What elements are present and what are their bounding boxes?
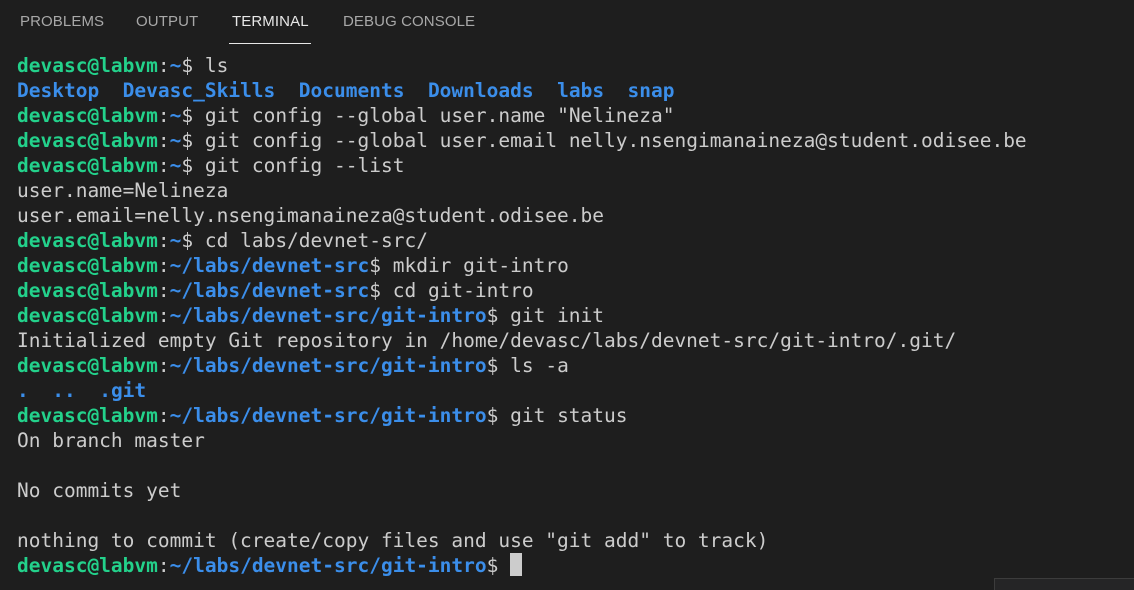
output-text: user.email=nelly.nsengimanaineza@student… — [17, 204, 604, 227]
terminal-line: devasc@labvm:~/labs/devnet-src/git-intro… — [17, 353, 1134, 378]
terminal-line: Desktop Devasc_Skills Documents Download… — [17, 78, 1134, 103]
prompt-path: ~ — [169, 104, 182, 127]
terminal-line: user.name=Nelineza — [17, 178, 1134, 203]
prompt-colon: : — [157, 104, 170, 127]
command-text: git config --list — [204, 154, 405, 177]
prompt-colon: : — [157, 154, 170, 177]
prompt-dollar: $ — [369, 279, 393, 302]
terminal-line: devasc@labvm:~/labs/devnet-src/git-intro… — [17, 403, 1134, 428]
prompt-colon: : — [157, 229, 170, 252]
command-text: cd git-intro — [392, 279, 534, 302]
directory-entry: labs — [557, 79, 605, 102]
tab-output[interactable]: OUTPUT — [136, 13, 198, 30]
terminal-line: Initialized empty Git repository in /hom… — [17, 328, 1134, 353]
prompt-path: ~ — [169, 129, 182, 152]
terminal-cursor — [510, 553, 523, 576]
prompt-user: devasc@labvm — [17, 404, 158, 427]
prompt-path: ~/labs/devnet-src/git-intro — [169, 404, 487, 427]
output-text: No commits yet — [17, 479, 182, 502]
prompt-dollar: $ — [181, 104, 205, 127]
directory-entry: .git — [99, 379, 147, 402]
output-text: user.name=Nelineza — [17, 179, 229, 202]
command-text: git init — [510, 304, 605, 327]
prompt-colon: : — [157, 54, 170, 77]
command-text: ls -a — [510, 354, 569, 377]
prompt-dollar: $ — [181, 54, 205, 77]
tab-debug-console[interactable]: DEBUG CONSOLE — [343, 13, 475, 30]
prompt-dollar: $ — [181, 229, 205, 252]
terminal-line: devasc@labvm:~$ git config --global user… — [17, 103, 1134, 128]
prompt-user: devasc@labvm — [17, 129, 158, 152]
prompt-dollar: $ — [369, 254, 393, 277]
prompt-user: devasc@labvm — [17, 279, 158, 302]
prompt-user: devasc@labvm — [17, 254, 158, 277]
terminal-line: user.email=nelly.nsengimanaineza@student… — [17, 203, 1134, 228]
prompt-colon: : — [157, 279, 170, 302]
terminal-line: devasc@labvm:~/labs/devnet-src$ cd git-i… — [17, 278, 1134, 303]
prompt-path: ~/labs/devnet-src/git-intro — [169, 554, 487, 577]
tab-problems[interactable]: PROBLEMS — [20, 13, 104, 30]
prompt-user: devasc@labvm — [17, 229, 158, 252]
prompt-user: devasc@labvm — [17, 54, 158, 77]
prompt-colon: : — [157, 404, 170, 427]
terminal-line: No commits yet — [17, 478, 1134, 503]
terminal-line: devasc@labvm:~$ ls — [17, 53, 1134, 78]
prompt-user: devasc@labvm — [17, 554, 158, 577]
output-text: Initialized empty Git repository in /hom… — [17, 329, 957, 352]
prompt-path: ~/labs/devnet-src/git-intro — [169, 304, 487, 327]
terminal-line: devasc@labvm:~/labs/devnet-src$ mkdir gi… — [17, 253, 1134, 278]
prompt-path: ~ — [169, 54, 182, 77]
prompt-dollar: $ — [486, 554, 511, 577]
terminal-line: nothing to commit (create/copy files and… — [17, 528, 1134, 553]
prompt-user: devasc@labvm — [17, 354, 158, 377]
terminal-line: On branch master — [17, 428, 1134, 453]
prompt-path: ~/labs/devnet-src — [169, 254, 370, 277]
output-text: nothing to commit (create/copy files and… — [17, 529, 769, 552]
prompt-colon: : — [157, 304, 170, 327]
prompt-colon: : — [157, 354, 170, 377]
prompt-path: ~/labs/devnet-src/git-intro — [169, 354, 487, 377]
directory-entry: Downloads — [427, 79, 534, 102]
prompt-dollar: $ — [486, 304, 511, 327]
prompt-path: ~/labs/devnet-src — [169, 279, 370, 302]
tab-terminal[interactable]: TERMINAL — [232, 13, 309, 30]
prompt-colon: : — [157, 254, 170, 277]
prompt-dollar: $ — [181, 129, 205, 152]
prompt-user: devasc@labvm — [17, 154, 158, 177]
prompt-dollar: $ — [486, 404, 511, 427]
directory-entry: . — [17, 379, 29, 402]
command-text: git status — [510, 404, 628, 427]
prompt-user: devasc@labvm — [17, 104, 158, 127]
panel-tab-bar: PROBLEMS OUTPUT TERMINAL DEBUG CONSOLE — [0, 0, 1134, 44]
terminal-output[interactable]: devasc@labvm:~$ ls Desktop Devasc_Skills … — [17, 53, 1134, 578]
directory-entry: .. — [52, 379, 76, 402]
prompt-colon: : — [157, 554, 170, 577]
terminal-line: devasc@labvm:~$ cd labs/devnet-src/ — [17, 228, 1134, 253]
active-tab-indicator — [229, 43, 311, 44]
prompt-colon: : — [157, 129, 170, 152]
command-text: cd labs/devnet-src/ — [204, 229, 428, 252]
prompt-path: ~ — [169, 154, 182, 177]
prompt-path: ~ — [169, 229, 182, 252]
prompt-dollar: $ — [486, 354, 511, 377]
command-text: ls — [204, 54, 229, 77]
directory-entry: Documents — [298, 79, 405, 102]
output-text: On branch master — [17, 429, 205, 452]
terminal-line: . .. .git — [17, 378, 1134, 403]
directory-entry: Desktop — [17, 79, 100, 102]
command-text: mkdir git-intro — [392, 254, 569, 277]
command-text: git config --global user.name "Nelineza" — [204, 104, 675, 127]
terminal-overlay-box — [994, 578, 1134, 590]
terminal-line: devasc@labvm:~/labs/devnet-src/git-intro… — [17, 553, 1134, 578]
directory-entry: snap — [627, 79, 675, 102]
prompt-user: devasc@labvm — [17, 304, 158, 327]
prompt-dollar: $ — [181, 154, 205, 177]
command-text: git config --global user.email nelly.nse… — [204, 129, 1027, 152]
terminal-line: devasc@labvm:~/labs/devnet-src/git-intro… — [17, 303, 1134, 328]
terminal-line: devasc@labvm:~$ git config --global user… — [17, 128, 1134, 153]
terminal-line: devasc@labvm:~$ git config --list — [17, 153, 1134, 178]
directory-entry: Devasc_Skills — [122, 79, 276, 102]
